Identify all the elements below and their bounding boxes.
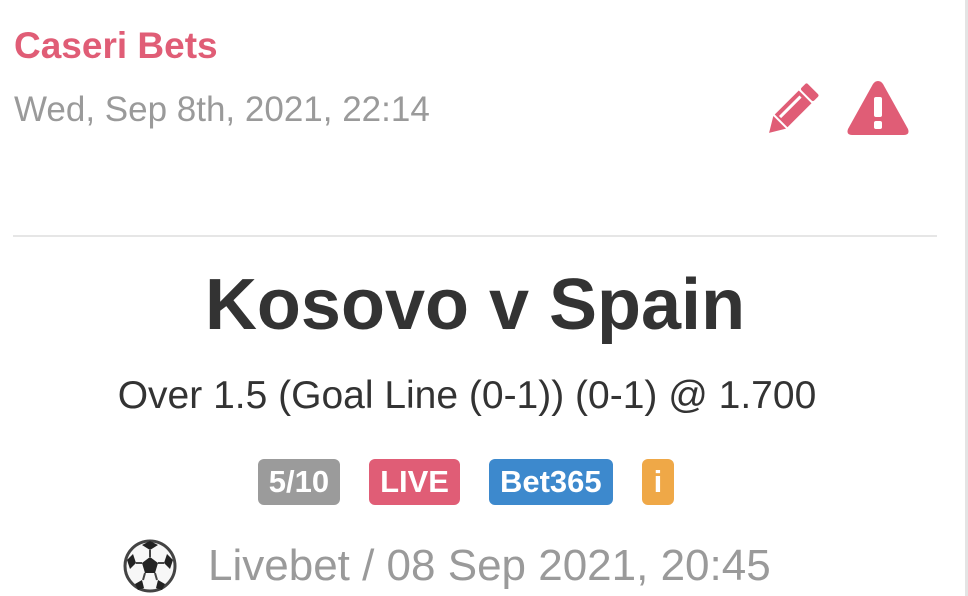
rating-badge: 5/10	[257, 459, 341, 505]
edit-button[interactable]	[762, 82, 820, 140]
live-badge: LIVE	[369, 459, 460, 505]
divider	[13, 235, 937, 237]
info-badge[interactable]: i	[641, 459, 675, 505]
bookmaker-badge[interactable]: Bet365	[488, 459, 613, 505]
pencil-icon	[769, 83, 819, 133]
soccer-ball-icon	[123, 539, 177, 593]
warning-triangle-icon	[847, 81, 909, 135]
match-title[interactable]: Kosovo v Spain	[0, 260, 950, 350]
bet-card: Caseri Bets Wed, Sep 8th, 2021, 22:14 Ko…	[0, 0, 968, 596]
report-button[interactable]	[846, 79, 910, 137]
post-timestamp: Wed, Sep 8th, 2021, 22:14	[14, 90, 430, 129]
bet-type-and-date: Livebet / 08 Sep 2021, 20:45	[208, 541, 771, 590]
badge-row: 5/10 LIVE Bet365 i	[0, 459, 932, 505]
bet-footer: Livebet / 08 Sep 2021, 20:45	[122, 536, 771, 596]
author-name[interactable]: Caseri Bets	[14, 24, 218, 68]
bet-selection: Over 1.5 (Goal Line (0-1)) (0-1) @ 1.700	[117, 374, 817, 417]
